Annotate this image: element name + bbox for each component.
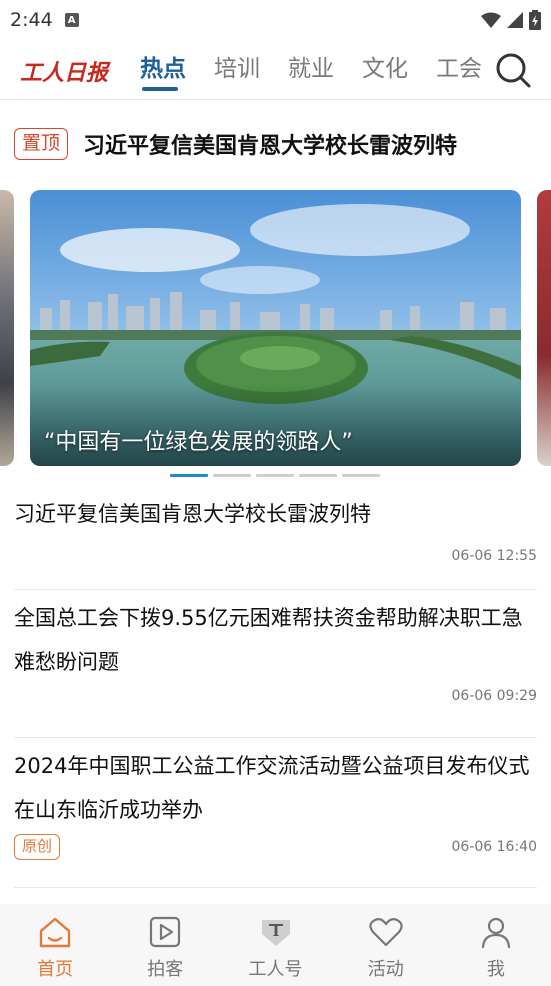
pinned-badge: 置顶 [14, 128, 69, 160]
news-title[interactable]: 习近平复信美国肯恩大学校长雷波列特 [14, 492, 537, 536]
video-play-icon [150, 916, 181, 948]
status-time: 2:44 [10, 9, 53, 31]
notification-icon: A [64, 13, 79, 27]
bottom-nav-label: 我 [486, 959, 505, 980]
news-title[interactable]: 全国总工会下拨9.55亿元困难帮扶资金帮助解决职工急难愁盼问题 [14, 590, 537, 684]
status-indicators [481, 10, 541, 30]
svg-text:工人日报: 工人日报 [20, 60, 111, 86]
carousel-indicator [170, 474, 380, 477]
carousel-dot[interactable] [256, 474, 294, 477]
bottom-nav-home[interactable]: 首页 [0, 904, 110, 986]
search-icon[interactable] [493, 50, 533, 90]
signal-icon [507, 12, 523, 28]
carousel-next-slide[interactable] [537, 190, 551, 466]
original-badge: 原创 [14, 834, 61, 860]
tab-culture[interactable]: 文化 [362, 40, 436, 100]
news-time: 06-06 12:55 [451, 548, 537, 564]
carousel-dot[interactable] [213, 474, 251, 477]
list-item[interactable]: 全国总工会下拨9.55亿元困难帮扶资金帮助解决职工急难愁盼问题 06-06 09… [14, 590, 537, 738]
top-nav: 工人日报 热点 培训 就业 文化 工会 [0, 40, 551, 100]
pinned-headline[interactable]: 置顶 习近平复信美国肯恩大学校长雷波列特 [14, 128, 457, 160]
bottom-nav-label: 活动 [367, 959, 404, 980]
bottom-nav-worker-account[interactable]: I 工人号 [220, 904, 330, 986]
bottom-nav-label: 首页 [37, 959, 74, 980]
heart-icon [369, 918, 403, 947]
news-meta: 原创 06-06 16:40 [14, 834, 537, 860]
channel-tabs: 热点 培训 就业 文化 工会 [140, 40, 510, 100]
battery-icon [529, 10, 541, 30]
carousel-dot[interactable] [170, 474, 208, 477]
brand-logo[interactable]: 工人日报 [20, 52, 114, 88]
news-meta: 06-06 12:55 [14, 548, 537, 564]
bottom-nav-activity[interactable]: 活动 [331, 904, 441, 986]
bottom-nav-label: 工人号 [248, 959, 303, 980]
wifi-icon [481, 12, 501, 28]
bottom-nav-snap[interactable]: 拍客 [110, 904, 220, 986]
pinned-title[interactable]: 习近平复信美国肯恩大学校长雷波列特 [83, 128, 457, 160]
worker-account-icon: I [261, 920, 290, 946]
news-title[interactable]: 2024年中国职工公益工作交流活动暨公益项目发布仪式在山东临沂成功举办 [14, 738, 537, 832]
news-meta: 06-06 09:29 [14, 688, 537, 704]
home-icon [39, 917, 71, 948]
tab-hot[interactable]: 热点 [140, 40, 214, 100]
banner-carousel[interactable]: “中国有一位绿色发展的领路人” [0, 190, 551, 468]
carousel-dot[interactable] [299, 474, 337, 477]
news-time: 06-06 16:40 [451, 839, 537, 855]
tab-employment[interactable]: 就业 [288, 40, 362, 100]
news-time: 06-06 09:29 [451, 688, 537, 704]
carousel-dot[interactable] [342, 474, 380, 477]
tab-training[interactable]: 培训 [214, 40, 288, 100]
bottom-nav: 首页 拍客 I 工人号 活动 我 [0, 904, 551, 986]
carousel-prev-slide[interactable] [0, 190, 14, 466]
list-item[interactable]: 习近平复信美国肯恩大学校长雷波列特 06-06 12:55 [14, 492, 537, 590]
slide-caption: “中国有一位绿色发展的领路人” [44, 430, 353, 455]
bottom-nav-label: 拍客 [147, 959, 184, 980]
list-item[interactable]: 2024年中国职工公益工作交流活动暨公益项目发布仪式在山东临沂成功举办 原创 0… [14, 738, 537, 888]
bottom-nav-me[interactable]: 我 [441, 904, 551, 986]
news-list: 习近平复信美国肯恩大学校长雷波列特 06-06 12:55 全国总工会下拨9.5… [0, 492, 551, 888]
person-icon [481, 917, 511, 949]
carousel-slide[interactable]: “中国有一位绿色发展的领路人” [30, 190, 521, 466]
status-bar: 2:44 A [0, 0, 551, 40]
